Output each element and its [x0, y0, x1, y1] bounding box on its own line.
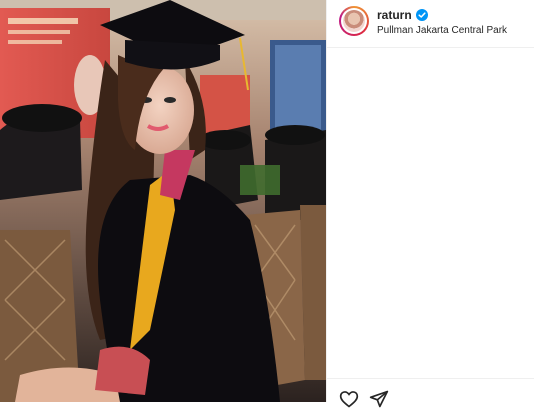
- avatar[interactable]: [339, 6, 369, 36]
- post-actions: [327, 378, 534, 408]
- avatar-image: [343, 10, 365, 32]
- post-photo[interactable]: [0, 0, 326, 402]
- paper-plane-icon[interactable]: [369, 389, 389, 409]
- graduation-photo: [0, 0, 326, 402]
- post-header: raturn Pullman Jakarta Central Park: [327, 0, 534, 48]
- avatar-image-frame: [341, 8, 367, 34]
- verified-badge-icon: [416, 9, 428, 21]
- post-sidebar: raturn Pullman Jakarta Central Park: [326, 0, 534, 408]
- username-link[interactable]: raturn: [377, 8, 412, 22]
- location-link[interactable]: Pullman Jakarta Central Park: [377, 25, 507, 36]
- heart-icon[interactable]: [339, 389, 359, 409]
